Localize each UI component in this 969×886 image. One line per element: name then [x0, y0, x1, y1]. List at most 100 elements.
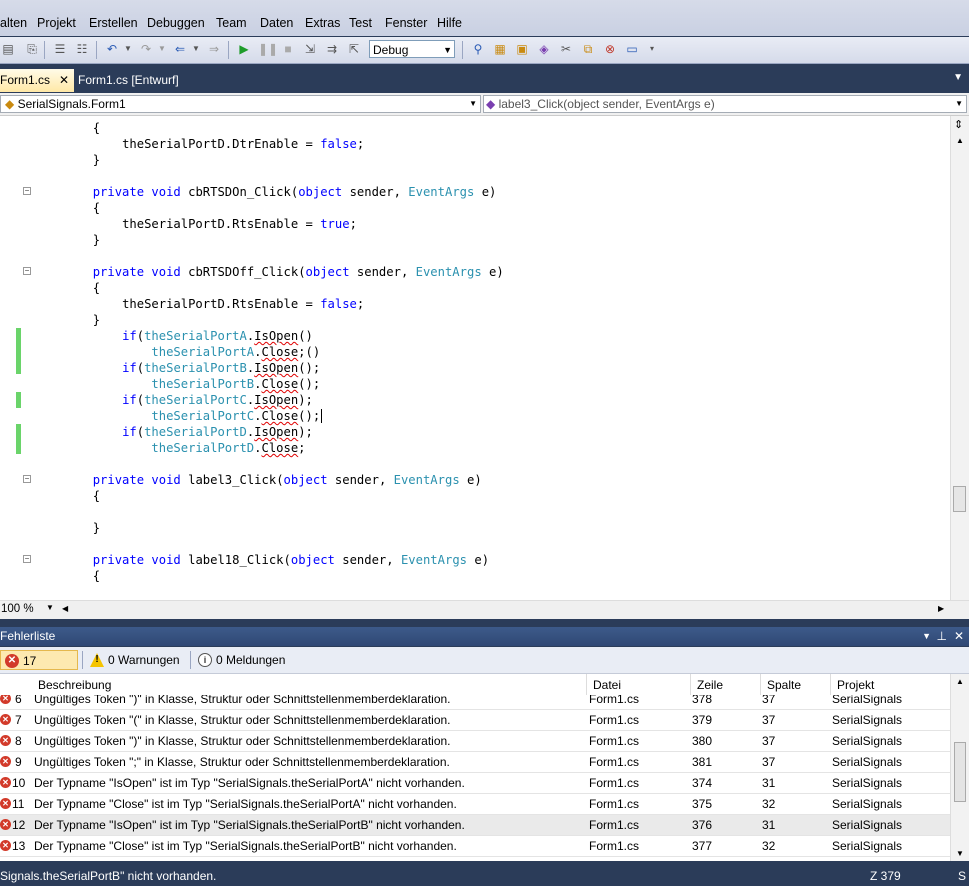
menu-item-projekt[interactable]: Projekt	[37, 16, 76, 30]
solution-explorer-icon[interactable]: ▦	[492, 41, 508, 57]
navigate-back-icon[interactable]: ⇐	[172, 41, 188, 57]
navigate-forward-icon[interactable]: ⇒	[206, 41, 222, 57]
toolbar-separator	[82, 651, 83, 669]
scrollbar-thumb[interactable]	[954, 742, 966, 802]
undo-dropdown-icon[interactable]: ▼	[120, 41, 136, 57]
undo-icon[interactable]: ↶	[104, 41, 120, 57]
stop-icon[interactable]: ■	[280, 41, 296, 57]
step-over-icon[interactable]: ⇉	[324, 41, 340, 57]
table-row[interactable]: ✕ 8 Ungültiges Token ")" in Klasse, Stru…	[0, 731, 950, 752]
messages-filter-label: 0 Meldungen	[216, 653, 286, 667]
collapse-icon[interactable]: −	[23, 187, 31, 195]
split-icon[interactable]: ⇕	[954, 118, 963, 131]
code-line: private void cbRTSDOff_Click(object send…	[92, 265, 504, 279]
warnings-filter-button[interactable]: ! 0 Warnungen	[86, 650, 186, 670]
menu-item-daten[interactable]: Daten	[260, 16, 293, 30]
error-list-scrollbar[interactable]: ▲ ▼	[950, 674, 969, 861]
code-line: private void label3_Click(object sender,…	[92, 473, 482, 487]
tab-label: Form1.cs	[0, 73, 51, 87]
member-combo[interactable]: ◆ label3_Click(object sender, EventArgs …	[483, 95, 967, 113]
class-combo[interactable]: ◆ SerialSignals.Form1 ▼	[0, 95, 481, 113]
table-row[interactable]: ✕ 6 Ungültiges Token ")" in Klasse, Stru…	[0, 695, 950, 710]
toolbar-separator	[228, 41, 229, 59]
step-out-icon[interactable]: ⇱	[346, 41, 362, 57]
error-icon: ✕	[0, 735, 11, 746]
output-window-icon[interactable]: ▭	[624, 41, 640, 57]
menu-item-ansicht[interactable]: alten	[0, 16, 27, 30]
menu-item-fenster[interactable]: Fenster	[385, 16, 427, 30]
menu-item-extras[interactable]: Extras	[305, 16, 340, 30]
solution-configuration-select[interactable]: Debug ▼	[369, 40, 455, 58]
table-row[interactable]: ✕ 7 Ungültiges Token "(" in Klasse, Stru…	[0, 710, 950, 731]
standard-toolbar: ▤ ⎘ ☰ ☷ ↶ ▼ ↷ ▼ ⇐ ▼ ⇒ ▶ ❚❚ ■ ⇲ ⇉ ⇱ Debug…	[0, 37, 969, 64]
errors-filter-button[interactable]: ✕ 17 Fehler	[0, 650, 78, 688]
indent-icon[interactable]: ☰	[52, 41, 68, 57]
error-list-icon[interactable]: ⊗	[602, 41, 618, 57]
table-row[interactable]: ✕ 11 Der Typname "Close" ist im Typ "Ser…	[0, 794, 950, 815]
toolbar-options-icon[interactable]: ▾	[644, 41, 660, 57]
editor-vertical-scrollbar[interactable]: ⇕ ▲	[950, 116, 969, 600]
step-into-icon[interactable]: ⇲	[302, 41, 318, 57]
start-debugging-icon[interactable]: ▶	[236, 41, 252, 57]
tab-form1-designer[interactable]: Form1.cs [Entwurf]	[74, 69, 190, 92]
code-line: theSerialPortD.RtsEnable = true;	[122, 217, 357, 231]
find-icon[interactable]: ⎘	[24, 41, 40, 57]
change-marker	[16, 424, 21, 454]
table-row[interactable]: ✕ 9 Ungültiges Token ";" in Klasse, Stru…	[0, 752, 950, 773]
messages-filter-button[interactable]: i 0 Meldungen	[194, 650, 294, 670]
menu-item-team[interactable]: Team	[216, 16, 247, 30]
table-row[interactable]: ✕ 13 Der Typname "Close" ist im Typ "Ser…	[0, 836, 950, 857]
collapse-icon[interactable]: −	[23, 267, 31, 275]
menu-item-debuggen[interactable]: Debuggen	[147, 16, 205, 30]
scroll-right-icon[interactable]: ▶	[938, 604, 944, 613]
properties-icon[interactable]: ▣	[514, 41, 530, 57]
scroll-up-icon[interactable]: ▲	[956, 677, 964, 686]
tab-form1-cs[interactable]: Form1.cs ✕	[0, 69, 74, 92]
column-header-project[interactable]: Projekt	[837, 678, 874, 692]
navigate-dropdown-icon[interactable]: ▼	[188, 41, 204, 57]
collapse-icon[interactable]: −	[23, 475, 31, 483]
chevron-down-icon[interactable]: ▼	[46, 603, 54, 612]
open-icon[interactable]: ▤	[0, 41, 16, 57]
column-header-file[interactable]: Datei	[593, 678, 621, 692]
redo-dropdown-icon[interactable]: ▼	[154, 41, 170, 57]
table-row[interactable]: ✕ 12 Der Typname "IsOpen" ist im Typ "Se…	[0, 815, 950, 836]
close-icon[interactable]: ✕	[59, 69, 69, 91]
error-list-toolbar: ✕ 17 Fehler ! 0 Warnungen i 0 Meldungen	[0, 647, 969, 688]
scrollbar-thumb[interactable]	[953, 486, 966, 512]
code-editor[interactable]: − − − − { theSerialPortD.DtrEnable = fal…	[0, 116, 950, 600]
menu-item-test[interactable]: Test	[349, 16, 372, 30]
column-header-column[interactable]: Spalte	[767, 678, 801, 692]
find-in-files-icon[interactable]: ⚲	[470, 41, 486, 57]
scroll-down-icon[interactable]: ▼	[956, 849, 964, 858]
menu-item-erstellen[interactable]: Erstellen	[89, 16, 138, 30]
pin-icon[interactable]: ⊥	[937, 627, 947, 646]
class-icon: ◆	[5, 97, 15, 111]
column-header-description[interactable]: Beschreibung	[38, 678, 111, 692]
column-divider	[690, 674, 691, 695]
table-row[interactable]: ✕ 10 Der Typname "IsOpen" ist im Typ "Se…	[0, 773, 950, 794]
panel-title: Fehlerliste	[0, 629, 56, 643]
menu-item-hilfe[interactable]: Hilfe	[437, 16, 462, 30]
chevron-down-icon[interactable]: ▼	[922, 627, 931, 646]
error-list-rows: ✕ 6 Ungültiges Token ")" in Klasse, Stru…	[0, 695, 950, 861]
toolbox-icon[interactable]: ✂	[558, 41, 574, 57]
column-divider	[760, 674, 761, 695]
redo-icon[interactable]: ↷	[138, 41, 154, 57]
object-browser-icon[interactable]: ◈	[536, 41, 552, 57]
code-line: if(theSerialPortD.IsOpen);	[122, 425, 313, 439]
toolbar-separator	[190, 651, 191, 669]
outdent-icon[interactable]: ☷	[74, 41, 90, 57]
scroll-left-icon[interactable]: ◀	[62, 604, 68, 613]
error-list-titlebar: Fehlerliste ▼ ⊥ ✕	[0, 627, 969, 646]
class-view-icon[interactable]: ⧉	[580, 41, 596, 57]
code-line: if(theSerialPortC.IsOpen);	[122, 393, 313, 407]
pause-icon[interactable]: ❚❚	[258, 41, 278, 57]
chevron-down-icon[interactable]: ▼	[953, 72, 963, 83]
close-icon[interactable]: ✕	[954, 627, 964, 646]
error-icon: ✕	[5, 654, 19, 668]
column-header-line[interactable]: Zeile	[697, 678, 723, 692]
zoom-level[interactable]: 100 %	[1, 603, 34, 615]
collapse-icon[interactable]: −	[23, 555, 31, 563]
scroll-up-icon[interactable]: ▲	[956, 136, 964, 145]
